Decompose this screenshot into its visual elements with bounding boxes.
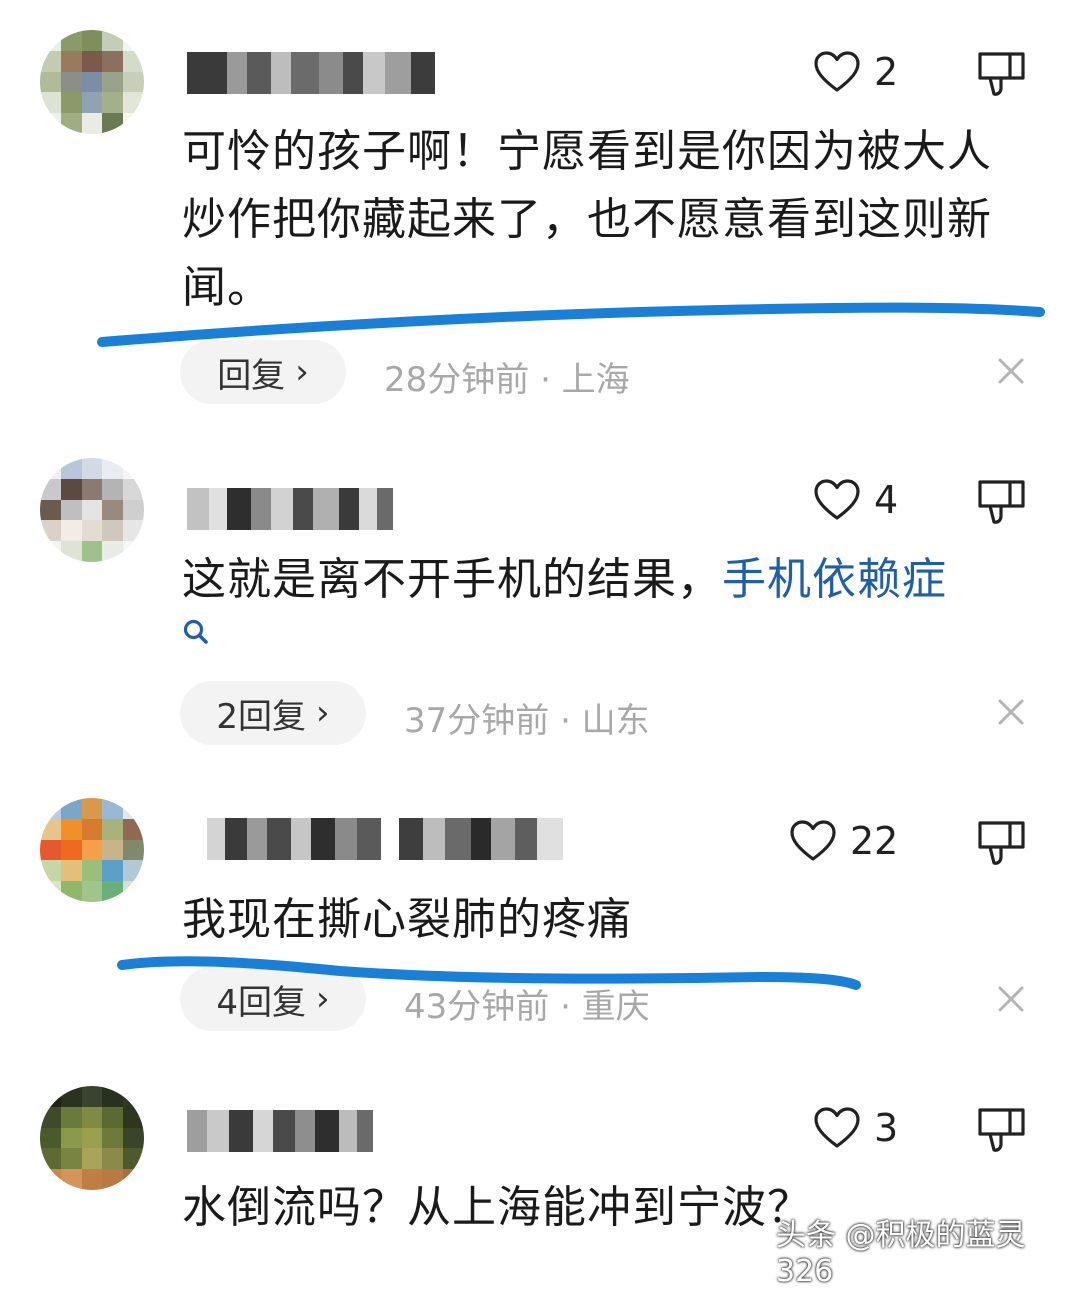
like-button[interactable]: 4 <box>814 478 898 522</box>
dislike-icon[interactable] <box>976 476 1028 528</box>
avatar[interactable] <box>40 458 144 562</box>
username[interactable] <box>207 818 563 860</box>
heart-icon <box>790 820 836 861</box>
username[interactable] <box>187 1110 373 1152</box>
heart-icon <box>814 479 860 520</box>
heart-icon <box>814 51 860 92</box>
topic-link[interactable]: 手机依赖症 <box>722 554 947 605</box>
timestamp-location: 37分钟前 · 山东 <box>404 701 650 741</box>
close-icon[interactable] <box>996 984 1026 1014</box>
reply-button[interactable]: 4回复 › <box>180 967 366 1031</box>
watermark: 头条 @积极的蓝灵326 <box>776 1218 1026 1289</box>
search-icon[interactable] <box>182 618 210 646</box>
timestamp-location: 28分钟前 · 上海 <box>384 360 630 400</box>
like-button[interactable]: 22 <box>790 819 898 863</box>
like-button[interactable]: 3 <box>814 1106 898 1150</box>
dislike-icon[interactable] <box>976 48 1028 100</box>
close-icon[interactable] <box>996 356 1026 386</box>
avatar[interactable] <box>40 1086 144 1190</box>
like-count: 22 <box>850 819 899 863</box>
comment-text: 我现在撕心裂肺的疼痛 <box>182 894 632 945</box>
username[interactable] <box>187 52 435 94</box>
reply-label: 2回复 <box>216 696 307 737</box>
chevron-right-icon: › <box>295 352 309 392</box>
like-count: 4 <box>874 478 899 522</box>
chevron-right-icon: › <box>316 979 330 1019</box>
dislike-icon[interactable] <box>976 1104 1028 1156</box>
comment-text: 可怜的孩子啊！宁愿看到是你因为被大人炒作把你藏起来了，也不愿意看到这则新闻。 <box>182 126 992 313</box>
username[interactable] <box>187 488 393 530</box>
like-button[interactable]: 2 <box>814 50 898 94</box>
reply-label: 回复 <box>217 355 286 396</box>
reply-label: 4回复 <box>216 982 307 1023</box>
avatar[interactable] <box>40 30 144 134</box>
comment-text-body: 这就是离不开手机的结果， <box>182 554 722 605</box>
avatar[interactable] <box>40 798 144 902</box>
comment-text: 这就是离不开手机的结果，手机依赖症 <box>182 546 1012 646</box>
close-icon[interactable] <box>996 697 1026 727</box>
chevron-right-icon: › <box>316 693 330 733</box>
dislike-icon[interactable] <box>976 817 1028 869</box>
reply-button[interactable]: 回复 › <box>180 340 346 404</box>
heart-icon <box>814 1107 860 1148</box>
timestamp-location: 43分钟前 · 重庆 <box>404 987 650 1027</box>
reply-button[interactable]: 2回复 › <box>180 681 366 745</box>
like-count: 3 <box>874 1106 899 1150</box>
like-count: 2 <box>874 50 899 94</box>
